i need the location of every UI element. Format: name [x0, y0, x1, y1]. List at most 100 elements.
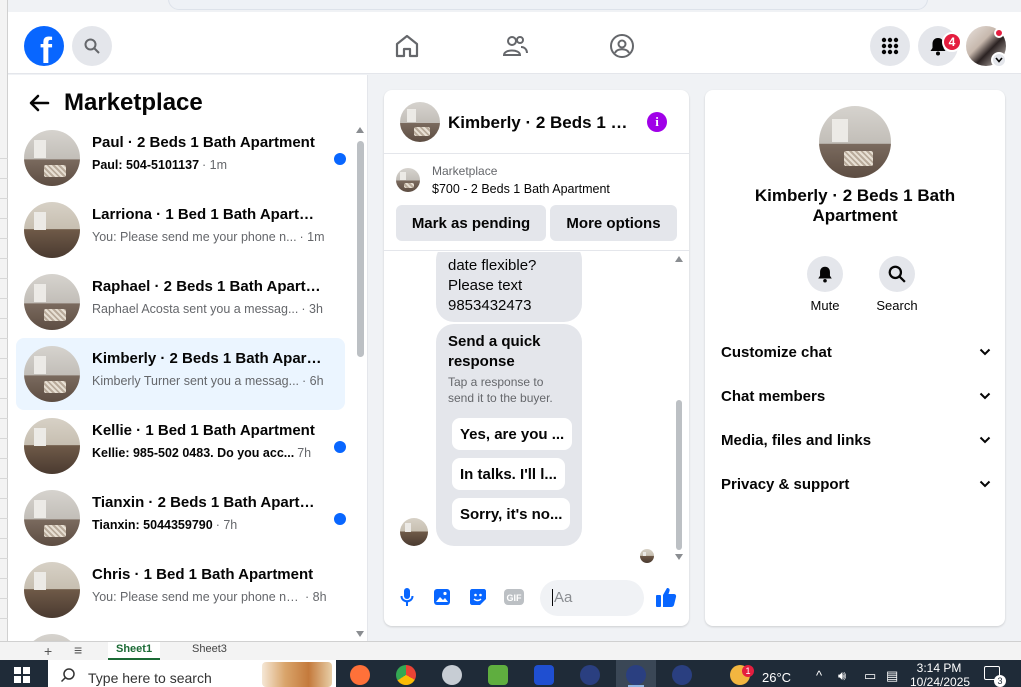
listing-source: Marketplace: [432, 164, 498, 178]
tray-chevron-up-icon[interactable]: ^: [816, 668, 822, 683]
chat-scroll-up[interactable]: [675, 256, 683, 262]
mute-label: Mute: [810, 298, 840, 313]
unread-indicator: [334, 513, 346, 525]
row-label: Chat members: [721, 387, 826, 405]
quick-reply-title: Send a quick response: [448, 333, 541, 370]
firefox-icon[interactable]: [350, 665, 370, 685]
taskbar-clock[interactable]: 3:14 PM 10/24/2025: [910, 661, 970, 687]
browser-profile-icon[interactable]: [580, 665, 600, 685]
unread-indicator: [334, 441, 346, 453]
browser-profile-icon[interactable]: [672, 665, 692, 685]
chat-listing-thumbnail[interactable]: [400, 102, 440, 142]
gif-icon[interactable]: GIF: [503, 586, 525, 608]
facebook-top-nav: f 4: [8, 12, 1021, 74]
facebook-logo[interactable]: f: [24, 26, 64, 66]
privacy-support-row[interactable]: Privacy & support: [721, 466, 991, 502]
chat-members-row[interactable]: Chat members: [721, 378, 991, 414]
mark-as-pending-button[interactable]: Mark as pending: [396, 205, 546, 241]
sticker-icon[interactable]: [467, 586, 489, 608]
chat-header: Kimberly · 2 Beds 1 B... i: [384, 90, 689, 154]
address-bar[interactable]: [168, 0, 928, 10]
conversation-name: Larriona · 1 Bed 1 Bath Apartment: [92, 206, 322, 223]
customize-chat-row[interactable]: Customize chat: [721, 334, 991, 370]
listing-thumbnail: [24, 274, 80, 330]
browser-profile-icon-active[interactable]: [626, 665, 646, 685]
network-icon[interactable]: ▤: [886, 668, 898, 684]
thumbs-up-icon[interactable]: [655, 586, 677, 608]
grid-icon: [881, 37, 899, 55]
listing-thumbnail: [24, 634, 80, 641]
listing-thumbnail-small[interactable]: [396, 168, 420, 192]
listing-title[interactable]: $700 - 2 Beds 1 Bath Apartment: [432, 182, 610, 196]
paint-app-icon[interactable]: [442, 665, 462, 685]
message-thread: date flexible? Please text 9853432473 Se…: [384, 252, 689, 570]
sidebar-scroll-up[interactable]: [356, 127, 364, 133]
chrome-icon[interactable]: [396, 665, 416, 685]
friends-icon[interactable]: [501, 32, 529, 60]
taskbar-search-box[interactable]: Type here to search: [48, 660, 336, 687]
camera-icon[interactable]: ▭: [864, 668, 876, 684]
home-icon[interactable]: [393, 32, 421, 60]
quick-reply-option[interactable]: Yes, are you ...: [452, 418, 573, 450]
sidebar-scrollbar[interactable]: [357, 141, 364, 357]
conversation-item[interactable]: Kellie · 1 Bed 1 Bath Apartment Kellie: …: [16, 410, 346, 482]
back-arrow-icon[interactable]: [28, 93, 50, 113]
quick-reply-option[interactable]: Sorry, it's no...: [452, 498, 571, 530]
bell-icon: [818, 266, 832, 283]
photo-icon[interactable]: [431, 586, 453, 608]
seen-indicator-avatar: [640, 549, 654, 563]
listing-thumbnail: [24, 562, 80, 618]
sidebar-scroll-down[interactable]: [356, 631, 364, 637]
conversation-item-active[interactable]: Kimberly · 2 Beds 1 Bath Apartm... Kimbe…: [16, 338, 345, 410]
taskbar-search-text: Type here to search: [88, 670, 212, 686]
shield-app-icon[interactable]: [534, 665, 554, 685]
listing-thumbnail: [24, 490, 80, 546]
conversation-snippet: You: Please send me your phone n... · 1m: [92, 230, 325, 244]
row-label: Customize chat: [721, 343, 832, 361]
sheet-list-menu[interactable]: ≡: [74, 642, 82, 658]
conversation-snippet: Kellie: 985-502 0483. Do you acc... 7h: [92, 446, 312, 460]
chat-scrollbar[interactable]: [676, 400, 682, 550]
groups-icon[interactable]: [608, 32, 636, 60]
received-message-bubble: date flexible? Please text 9853432473: [436, 252, 582, 322]
weather-badge: 1: [742, 665, 754, 677]
conversation-item[interactable]: Paul · 2 Beds 1 Bath Apartment Paul: 504…: [16, 122, 346, 194]
add-sheet-button[interactable]: +: [44, 643, 52, 659]
search-in-conversation-button[interactable]: Search: [867, 256, 927, 313]
info-icon[interactable]: i: [647, 112, 667, 132]
row-label: Privacy & support: [721, 475, 850, 493]
menu-grid-button[interactable]: [870, 26, 910, 66]
conversation-name: Chris · 1 Bed 1 Bath Apartment: [92, 566, 314, 583]
message-input[interactable]: Aa: [540, 580, 644, 616]
search-button[interactable]: [72, 26, 112, 66]
start-button[interactable]: [14, 667, 30, 683]
conversation-item[interactable]: Raphael · 2 Beds 1 Bath Apartme... Rapha…: [16, 266, 345, 338]
microphone-icon[interactable]: [396, 586, 418, 608]
conversation-item[interactable]: Larriona · 1 Bed 1 Bath Apartment You: P…: [16, 194, 345, 266]
chat-scroll-down[interactable]: [675, 554, 683, 560]
mute-button[interactable]: Mute: [795, 256, 855, 313]
sheet-tab-bar: + ≡ Sheet1 Sheet3: [0, 641, 1021, 660]
notepad-app-icon[interactable]: [488, 665, 508, 685]
conversation-item[interactable]: Chris · 1 Bed 1 Bath Apartment You: Plea…: [16, 554, 345, 626]
sidebar-header: Marketplace: [28, 89, 203, 117]
search-icon: [84, 38, 100, 54]
quick-reply-option[interactable]: In talks. I'll l...: [452, 458, 565, 490]
speaker-icon[interactable]: 🔊︎: [838, 668, 846, 684]
more-options-button[interactable]: More options: [550, 205, 677, 241]
conversation-item[interactable]: [16, 626, 345, 641]
sheet-tab-sheet1[interactable]: Sheet1: [108, 642, 161, 660]
account-chevron-button[interactable]: [991, 52, 1007, 68]
search-label: Search: [876, 298, 918, 313]
sender-avatar: [400, 518, 428, 546]
sheet-tab-sheet3[interactable]: Sheet3: [184, 642, 235, 660]
media-files-links-row[interactable]: Media, files and links: [721, 422, 991, 458]
conversation-snippet: You: Please send me your phone nu... · 8h: [92, 590, 327, 604]
message-line: Please text: [448, 277, 523, 294]
conversation-item[interactable]: Tianxin · 2 Beds 1 Bath Apartm... Tianxi…: [16, 482, 346, 554]
page-title: Marketplace: [64, 89, 203, 116]
background-spreadsheet-strip: [0, 0, 8, 660]
chat-title[interactable]: Kimberly · 2 Beds 1 B...: [448, 113, 628, 133]
chevron-down-icon: [995, 57, 1003, 63]
message-line: date flexible?: [448, 257, 537, 274]
